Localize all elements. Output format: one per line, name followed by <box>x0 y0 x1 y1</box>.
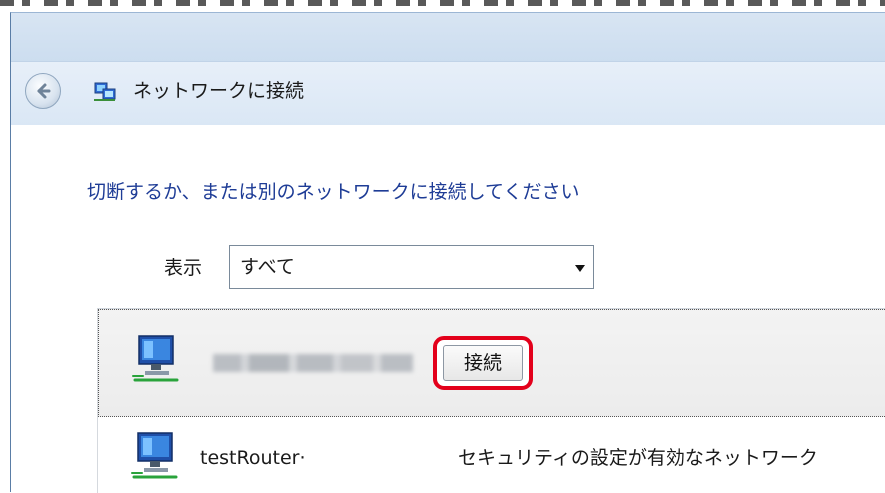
network-connect-icon <box>94 82 116 101</box>
connect-button-label: 接続 <box>443 345 523 381</box>
instruction-text: 切断するか、または別のネットワークに接続してください <box>87 181 580 203</box>
navigation-bar: ネットワークに接続 <box>11 61 885 126</box>
show-filter-dropdown[interactable]: すべて <box>229 245 594 289</box>
network-list-item[interactable]: 接続 <box>98 309 885 417</box>
chevron-down-icon <box>575 265 585 272</box>
network-security-status: セキュリティの設定が有効なネットワーク <box>458 447 818 469</box>
network-name: testRouter· <box>200 447 306 469</box>
network-monitor-icon <box>131 432 178 479</box>
connect-to-network-window: ネットワークに接続 切断するか、または別のネットワークに接続してください 表示 … <box>10 12 885 493</box>
page-title: ネットワークに接続 <box>133 80 305 102</box>
network-list: 接続 testRouter· セキュリティの設定が有効なネットワーク <box>97 308 885 493</box>
main-content: 切断するか、または別のネットワークに接続してください 表示 すべて 接続 tes… <box>11 125 885 493</box>
arrow-left-icon <box>37 83 51 99</box>
back-button[interactable] <box>25 73 61 109</box>
network-list-item[interactable]: testRouter· セキュリティの設定が有効なネットワーク <box>98 417 885 493</box>
network-name-obscured <box>213 354 413 372</box>
network-monitor-icon <box>132 335 179 382</box>
show-label: 表示 <box>164 257 203 279</box>
connect-button[interactable]: 接続 <box>433 336 533 390</box>
show-filter-value: すべて <box>240 256 295 278</box>
cropped-top-edge <box>0 0 885 12</box>
